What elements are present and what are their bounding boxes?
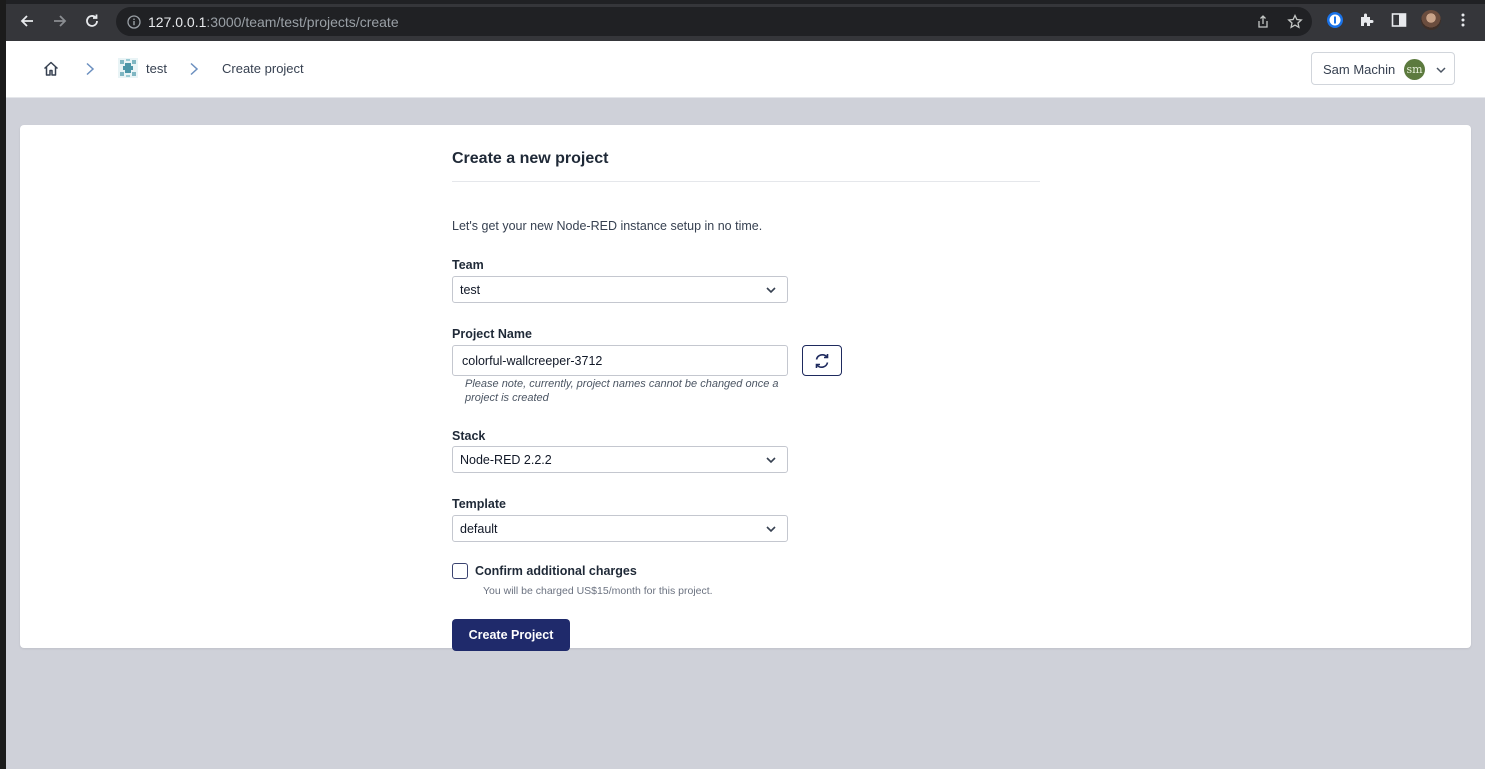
- profile-avatar-icon[interactable]: [1421, 10, 1441, 30]
- team-select-value: test: [460, 283, 481, 297]
- refresh-icon: [815, 353, 829, 368]
- project-name-value: colorful-wallcreeper-3712: [462, 354, 603, 368]
- breadcrumb-team-label: test: [146, 60, 167, 76]
- extensions-puzzle-icon[interactable]: [1357, 10, 1377, 30]
- chevron-right-icon: [86, 62, 95, 76]
- charges-description: You will be charged US$15/month for this…: [483, 585, 713, 597]
- site-info-icon[interactable]: [125, 13, 143, 31]
- content-card: Create a new project Let's get your new …: [20, 125, 1471, 651]
- chevron-right-icon: [190, 62, 199, 76]
- home-icon: [43, 61, 59, 76]
- team-label: Team: [452, 258, 484, 272]
- app-header: test Create project Sam Machin sm: [6, 41, 1485, 98]
- browser-toolbar: 127.0.0.1:3000/team/test/projects/create: [6, 0, 1485, 41]
- breadcrumb-separator: [84, 62, 96, 76]
- confirm-charges-label[interactable]: Confirm additional charges: [475, 564, 637, 578]
- reload-icon: [86, 14, 98, 27]
- avatar: sm: [1404, 59, 1425, 80]
- template-label: Template: [452, 497, 506, 511]
- template-select-value: default: [460, 522, 498, 536]
- chevron-down-icon: [766, 457, 776, 464]
- home-link[interactable]: [42, 60, 60, 78]
- intro-text: Let's get your new Node-RED instance set…: [452, 219, 763, 233]
- stack-select-value: Node-RED 2.2.2: [460, 453, 552, 467]
- share-icon[interactable]: [1254, 13, 1272, 31]
- tab-strip: [6, 0, 1485, 4]
- user-menu-button[interactable]: Sam Machin sm: [1311, 52, 1455, 85]
- breadcrumb-current: Create project: [222, 61, 304, 76]
- stack-label: Stack: [452, 429, 486, 443]
- team-avatar-icon: [118, 58, 138, 78]
- forward-button[interactable]: [49, 10, 71, 32]
- bookmark-star-icon[interactable]: [1286, 13, 1304, 31]
- side-panel-icon[interactable]: [1389, 10, 1409, 30]
- address-bar[interactable]: 127.0.0.1:3000/team/test/projects/create: [116, 7, 1312, 36]
- breadcrumb-current-label: Create project: [222, 61, 304, 76]
- browser-window: 127.0.0.1:3000/team/test/projects/create: [6, 0, 1485, 769]
- title-divider: [452, 181, 1040, 182]
- project-name-label: Project Name: [452, 327, 532, 341]
- create-project-form: Create a new project Let's get your new …: [452, 149, 1040, 651]
- confirm-charges-checkbox[interactable]: [452, 563, 468, 579]
- arrow-right-icon: [54, 15, 67, 27]
- browser-menu-icon[interactable]: [1453, 10, 1473, 30]
- stack-select[interactable]: Node-RED 2.2.2: [452, 446, 788, 473]
- arrow-left-icon: [20, 15, 33, 27]
- project-name-input[interactable]: colorful-wallcreeper-3712: [452, 345, 788, 376]
- regenerate-name-button[interactable]: [802, 345, 842, 376]
- reload-button[interactable]: [81, 10, 103, 32]
- chevron-down-icon: [766, 287, 776, 294]
- page-title: Create a new project: [452, 150, 609, 167]
- team-select[interactable]: test: [452, 276, 788, 303]
- back-button[interactable]: [16, 10, 38, 32]
- breadcrumb-separator: [188, 62, 200, 76]
- chevron-down-icon: [766, 526, 776, 533]
- template-select[interactable]: default: [452, 515, 788, 542]
- create-project-button[interactable]: Create Project: [452, 619, 570, 651]
- password-manager-extension-icon[interactable]: [1325, 10, 1345, 30]
- user-name: Sam Machin: [1323, 62, 1396, 77]
- profile-photo: [1421, 10, 1441, 30]
- chevron-down-icon: [1436, 67, 1446, 74]
- url-text: 127.0.0.1:3000/team/test/projects/create: [148, 14, 399, 30]
- breadcrumb-team-link[interactable]: test: [118, 58, 167, 78]
- project-name-hint: Please note, currently, project names ca…: [465, 378, 779, 404]
